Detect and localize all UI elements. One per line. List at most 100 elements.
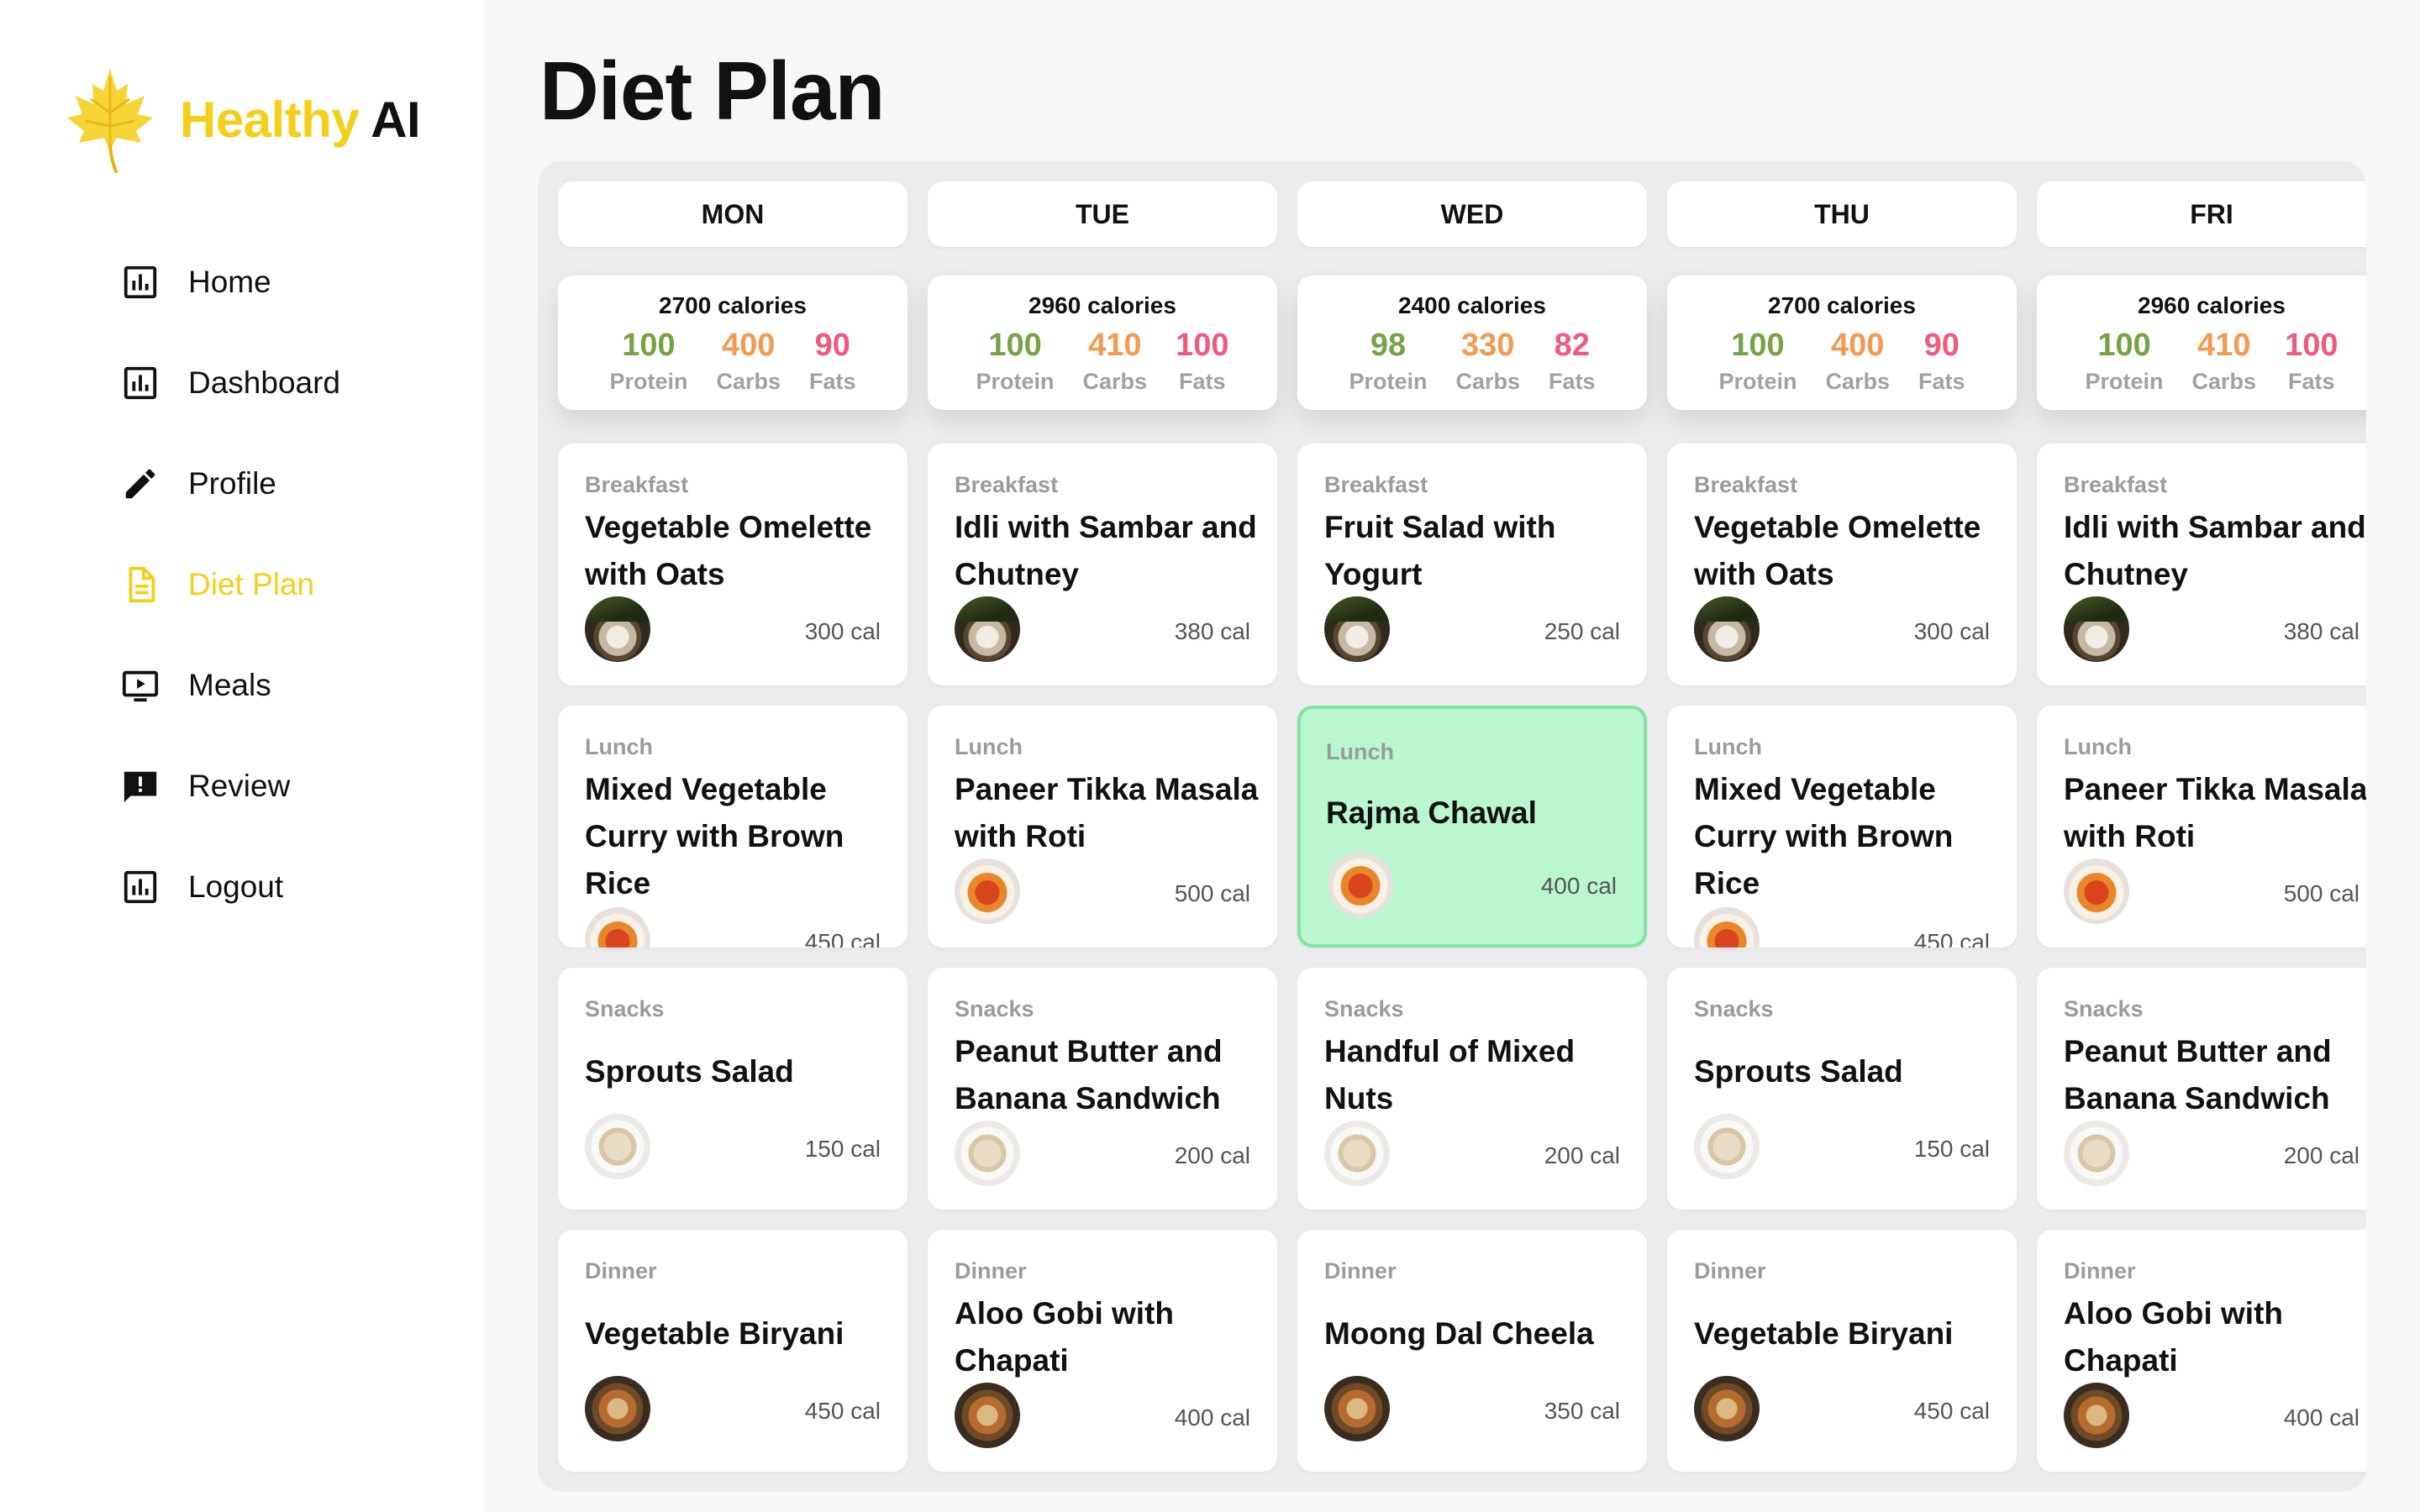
carbs-label: Carbs xyxy=(1082,369,1148,394)
meal-type: Dinner xyxy=(1694,1258,1766,1284)
day-header[interactable]: MON xyxy=(558,181,908,247)
meal-card-dinner[interactable]: Dinner Aloo Gobi with Chapati 400 cal xyxy=(2037,1230,2366,1472)
fats-label: Fats xyxy=(1179,369,1226,394)
meal-card-snacks[interactable]: Snacks Peanut Butter and Banana Sandwich… xyxy=(928,968,1277,1210)
sidebar-item-home[interactable]: Home xyxy=(121,232,340,333)
meal-card-breakfast[interactable]: Breakfast Idli with Sambar and Chutney 3… xyxy=(2037,444,2366,685)
oats-bowl-photo xyxy=(1324,1121,1390,1186)
meal-card-lunch[interactable]: Lunch Paneer Tikka Masala with Roti 500 … xyxy=(928,706,1277,948)
feedback-icon xyxy=(124,771,157,803)
sidebar-item-dashboard[interactable]: Dashboard xyxy=(121,333,340,433)
sidebar-item-label: Logout xyxy=(188,869,284,904)
meal-type: Dinner xyxy=(2064,1258,2136,1284)
sidebar-item-profile[interactable]: Profile xyxy=(121,433,340,534)
coffee-cup-photo xyxy=(955,596,1020,662)
protein-value: 100 xyxy=(2097,328,2151,363)
sidebar-item-review[interactable]: Review xyxy=(121,736,340,837)
maple-leaf-logo-icon xyxy=(67,69,153,173)
meal-calories: 380 cal xyxy=(2283,618,2360,644)
macro-fats: 90 Fats xyxy=(1918,328,1965,395)
meal-card-snacks[interactable]: Snacks Sprouts Salad 150 cal xyxy=(1667,968,2017,1210)
oats-bowl-photo xyxy=(585,1114,650,1179)
meal-name: Paneer Tikka Masala with Roti xyxy=(2064,772,2366,853)
curry-plate-photo xyxy=(955,858,1020,924)
fats-label: Fats xyxy=(2288,369,2335,394)
day-nutrition-summary: 2960 calories 100 Protein 410 Carbs 100 … xyxy=(2037,276,2366,410)
fats-label: Fats xyxy=(1549,369,1596,394)
day-header[interactable]: FRI xyxy=(2037,181,2366,247)
meal-name: Vegetable Omelette with Oats xyxy=(1694,510,1981,591)
fats-label: Fats xyxy=(809,369,856,394)
meal-card-breakfast[interactable]: Breakfast Idli with Sambar and Chutney 3… xyxy=(928,444,1277,685)
brand-name-yellow: Healthy xyxy=(180,91,360,148)
protein-label: Protein xyxy=(609,369,688,394)
day-calories: 2700 calories xyxy=(659,292,807,318)
meal-type: Snacks xyxy=(1694,996,1774,1021)
brand[interactable]: Healthy AI xyxy=(66,66,421,173)
coffee-cup-photo xyxy=(2064,596,2129,662)
macro-fats: 90 Fats xyxy=(809,328,856,395)
day-calories: 2960 calories xyxy=(2138,292,2286,318)
sidebar-item-logout[interactable]: Logout xyxy=(121,837,340,937)
meal-card-dinner[interactable]: Dinner Vegetable Biryani 450 cal xyxy=(1667,1230,2017,1472)
meal-list: Breakfast Fruit Salad with Yogurt 250 ca… xyxy=(1297,410,1647,1472)
meal-calories: 300 cal xyxy=(804,618,881,644)
sidebar-item-label: Diet Plan xyxy=(188,567,315,601)
meal-card-snacks[interactable]: Snacks Sprouts Salad 150 cal xyxy=(558,968,908,1210)
meal-card-snacks[interactable]: Snacks Peanut Butter and Banana Sandwich… xyxy=(2037,968,2366,1210)
carbs-label: Carbs xyxy=(716,369,781,394)
meal-calories: 400 cal xyxy=(2283,1404,2360,1431)
meal-card-breakfast[interactable]: Breakfast Vegetable Omelette with Oats 3… xyxy=(1667,444,2017,685)
meal-name: Idli with Sambar and Chutney xyxy=(955,510,1257,591)
oats-bowl-photo xyxy=(955,1121,1020,1186)
sidebar-item-meals[interactable]: Meals xyxy=(121,635,340,736)
meal-card-lunch[interactable]: Lunch Paneer Tikka Masala with Roti 500 … xyxy=(2037,706,2366,948)
meal-name: Handful of Mixed Nuts xyxy=(1324,1034,1576,1116)
meal-card-dinner[interactable]: Dinner Moong Dal Cheela 350 cal xyxy=(1297,1230,1647,1472)
meal-card-dinner[interactable]: Dinner Aloo Gobi with Chapati 400 cal xyxy=(928,1230,1277,1472)
brand-name-dark: AI xyxy=(371,91,421,148)
biryani-plate-photo xyxy=(1694,1376,1760,1441)
day-column-tue: TUE 2960 calories 100 Protein 410 Carbs … xyxy=(928,181,1277,1472)
oats-bowl-photo xyxy=(2064,1121,2129,1186)
macro-fats: 100 Fats xyxy=(2285,328,2338,395)
meal-type: Lunch xyxy=(1694,734,1762,759)
pencil-icon xyxy=(125,469,155,499)
day-header[interactable]: WED xyxy=(1297,181,1647,247)
carbs-value: 410 xyxy=(1088,328,1142,363)
meal-card-lunch[interactable]: Lunch Mixed Vegetable Curry with Brown R… xyxy=(1667,706,2017,948)
meal-name: Paneer Tikka Masala with Roti xyxy=(955,772,1259,853)
meal-name: Vegetable Omelette with Oats xyxy=(585,510,872,591)
meal-card-lunch[interactable]: Lunch Rajma Chawal 400 cal xyxy=(1297,706,1647,948)
macro-protein: 100 Protein xyxy=(609,328,687,395)
meal-type: Breakfast xyxy=(1324,472,1428,497)
day-nutrition-summary: 2400 calories 98 Protein 330 Carbs 82 Fa… xyxy=(1297,276,1647,410)
coffee-cup-photo xyxy=(1324,596,1390,662)
meal-card-lunch[interactable]: Lunch Mixed Vegetable Curry with Brown R… xyxy=(558,706,908,948)
carbs-label: Carbs xyxy=(1455,369,1520,394)
page-title: Diet Plan xyxy=(539,45,885,137)
meal-card-dinner[interactable]: Dinner Vegetable Biryani 450 cal xyxy=(558,1230,908,1472)
meal-calories: 450 cal xyxy=(804,929,881,948)
meal-calories: 200 cal xyxy=(2283,1142,2360,1168)
meal-type: Dinner xyxy=(1324,1258,1397,1284)
meal-card-breakfast[interactable]: Breakfast Vegetable Omelette with Oats 3… xyxy=(558,444,908,685)
meal-calories: 450 cal xyxy=(804,1398,881,1424)
fats-value: 100 xyxy=(2285,328,2338,363)
meal-calories: 400 cal xyxy=(1540,873,1617,899)
sidebar-item-label: Dashboard xyxy=(188,365,341,400)
meal-calories: 150 cal xyxy=(804,1136,881,1162)
meal-calories: 150 cal xyxy=(1913,1136,1990,1162)
day-nutrition-summary: 2960 calories 100 Protein 410 Carbs 100 … xyxy=(928,276,1277,410)
day-header[interactable]: TUE xyxy=(928,181,1277,247)
meal-card-breakfast[interactable]: Breakfast Fruit Salad with Yogurt 250 ca… xyxy=(1297,444,1647,685)
meal-card-snacks[interactable]: Snacks Handful of Mixed Nuts 200 cal xyxy=(1297,968,1647,1210)
macro-protein: 100 Protein xyxy=(976,328,1055,395)
meal-calories: 380 cal xyxy=(1174,618,1250,644)
meal-type: Lunch xyxy=(1326,739,1394,764)
carbs-value: 410 xyxy=(2197,328,2251,363)
day-header[interactable]: THU xyxy=(1667,181,2017,247)
sidebar-item-diet-plan[interactable]: Diet Plan xyxy=(121,534,340,635)
sidebar-nav: Home Dashboard Profile Diet Plan Meals R… xyxy=(121,232,340,937)
day-calories: 2400 calories xyxy=(1398,292,1546,318)
